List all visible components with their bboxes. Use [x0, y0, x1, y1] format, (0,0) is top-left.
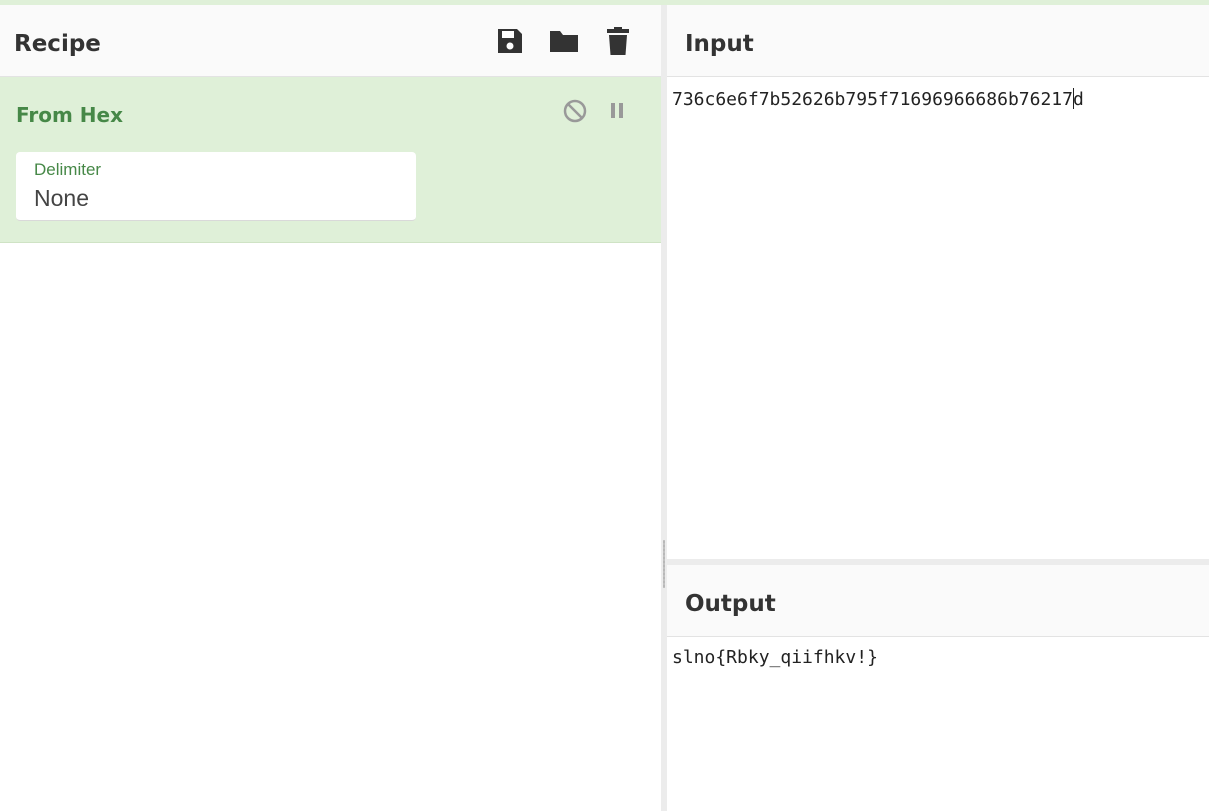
- delimiter-select[interactable]: Delimiter None: [16, 152, 416, 221]
- resizer-grip: [663, 540, 665, 588]
- output-header: Output: [667, 565, 1209, 637]
- input-text-before-caret: 736c6e6f7b52626b795f71696966686b76217: [672, 89, 1073, 110]
- delimiter-label: Delimiter: [34, 160, 102, 179]
- output-title: Output: [685, 591, 776, 617]
- input-text-after-caret: d: [1072, 89, 1084, 110]
- output-text[interactable]: slno{Rbky_qiifhkv!}: [672, 647, 878, 668]
- recipe-title: Recipe: [14, 31, 101, 57]
- delimiter-value: None: [34, 185, 89, 211]
- input-header: Input: [667, 5, 1209, 77]
- output-panel: Output slno{Rbky_qiifhkv!}: [667, 565, 1209, 811]
- clear-recipe-button[interactable]: [601, 24, 635, 58]
- recipe-panel: Recipe From Hex Delimiter None: [0, 5, 661, 811]
- recipe-header: Recipe: [0, 5, 661, 77]
- pause-icon: [611, 103, 623, 118]
- input-title: Input: [685, 31, 754, 57]
- folder-icon: [550, 31, 578, 52]
- operation-name: From Hex: [16, 103, 123, 127]
- disable-operation-button[interactable]: [561, 97, 589, 125]
- save-icon: [498, 29, 522, 53]
- save-recipe-button[interactable]: [493, 24, 527, 58]
- operation-from-hex[interactable]: From Hex Delimiter None: [0, 77, 661, 243]
- breakpoint-button[interactable]: [603, 97, 631, 125]
- input-panel: Input 736c6e6f7b52626b795f71696966686b76…: [667, 5, 1209, 559]
- input-textarea[interactable]: 736c6e6f7b52626b795f71696966686b76217d: [672, 88, 1084, 110]
- trash-icon: [607, 27, 629, 55]
- load-recipe-button[interactable]: [547, 24, 581, 58]
- disable-icon: [563, 99, 587, 123]
